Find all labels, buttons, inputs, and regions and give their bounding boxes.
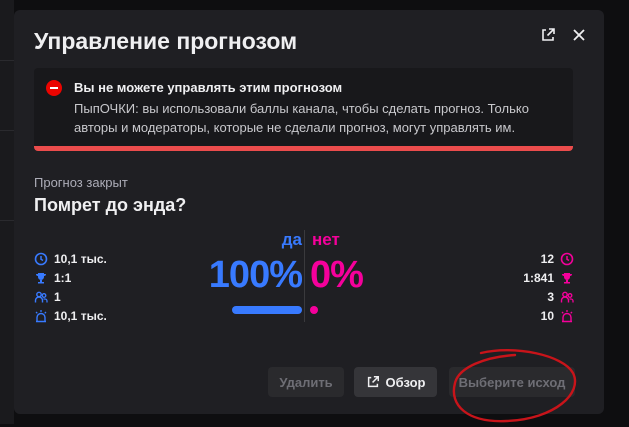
yes-users: 1: [54, 289, 61, 304]
error-alert: Вы не можете управлять этим прогнозом Пы…: [34, 68, 573, 151]
review-button[interactable]: Обзор: [354, 367, 437, 397]
stat-row-points: 12: [523, 249, 574, 268]
stat-row-users: 1: [34, 287, 107, 306]
yes-ratio: 1:1: [54, 270, 72, 285]
yes-top-bet: 10,1 тыс.: [54, 308, 107, 323]
alert-accent-bar: [34, 146, 573, 151]
red-circle-annotation: [452, 349, 576, 423]
yes-percent: 100%: [208, 254, 303, 296]
external-link-icon: [542, 28, 555, 41]
background-divider: [0, 130, 14, 131]
prediction-question: Помрет до энда?: [34, 195, 187, 215]
background-strip: [0, 0, 14, 424]
stat-row-ratio: 1:1: [34, 268, 107, 287]
no-percent: 0%: [310, 254, 364, 296]
yes-points: 10,1 тыс.: [54, 251, 107, 266]
manage-prediction-modal: Управление прогнозом Вы не можете управл…: [14, 10, 604, 423]
close-button[interactable]: [568, 24, 590, 46]
points-icon: [560, 252, 574, 265]
stat-row-points: 10,1 тыс.: [34, 249, 107, 268]
error-minus-icon: [46, 80, 62, 96]
users-icon: [34, 291, 48, 302]
trophy-icon: [36, 272, 46, 283]
stat-row-ratio: 1:841: [523, 268, 574, 287]
no-top-bet: 10: [540, 308, 554, 323]
modal-title: Управление прогнозом: [34, 28, 298, 54]
stat-row-users: 3: [523, 287, 574, 306]
background-divider: [0, 220, 14, 221]
trophy-icon: [562, 272, 572, 283]
yes-progress-bar: [232, 306, 302, 314]
yes-label: да: [281, 230, 302, 249]
prediction-status: Прогноз закрыт: [34, 175, 128, 190]
stat-row-top-bet: 10: [523, 306, 574, 325]
close-icon: [573, 29, 585, 41]
stat-row-top-bet: 10,1 тыс.: [34, 306, 107, 325]
alert-title: Вы не можете управлять этим прогнозом: [74, 80, 343, 95]
no-users: 3: [547, 289, 554, 304]
no-label: нет: [312, 230, 340, 249]
external-link-icon: [367, 376, 379, 388]
top-bet-icon: [35, 309, 47, 322]
no-progress-dot: [310, 306, 318, 314]
background-divider: [0, 60, 14, 61]
points-icon: [34, 252, 48, 265]
outcome-divider: [304, 230, 305, 322]
alert-message: ПыпОЧКИ: вы использовали баллы канала, ч…: [74, 101, 529, 135]
outcome-summary: да нет 100% 0%: [204, 228, 414, 328]
users-icon: [560, 291, 574, 302]
yes-stats: 10,1 тыс. 1:1 1 10,1 тыс.: [34, 249, 107, 325]
no-points: 12: [540, 251, 554, 266]
no-stats: 12 1:841 3 10: [523, 249, 574, 325]
top-bet-icon: [561, 309, 573, 322]
no-ratio: 1:841: [523, 270, 554, 285]
review-button-label: Обзор: [385, 374, 426, 390]
popout-button[interactable]: [537, 24, 559, 46]
delete-button[interactable]: Удалить: [268, 367, 344, 397]
